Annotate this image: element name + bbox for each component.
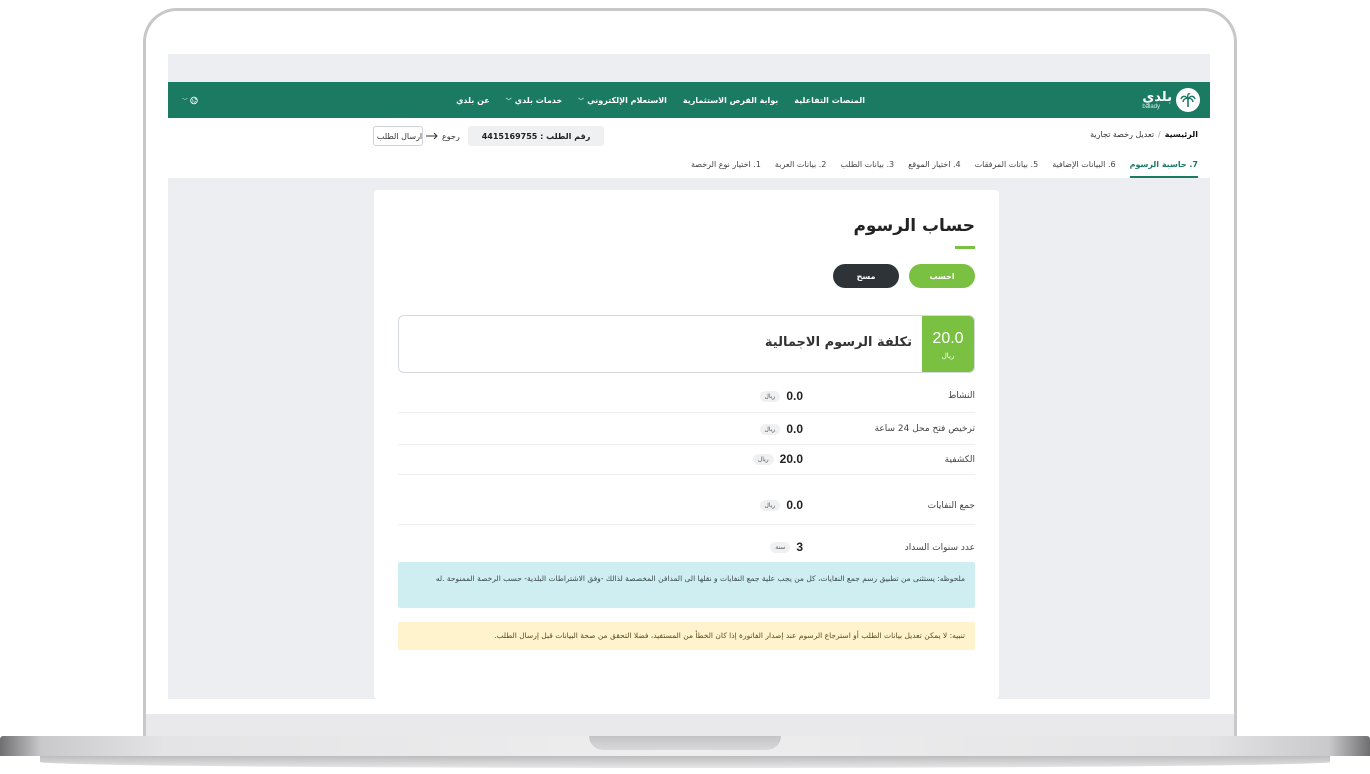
breadcrumb-home[interactable]: الرئيسية (1165, 130, 1198, 139)
fee-row-24h-license: ترخيص فتح محل 24 ساعة 0.0 ريال (398, 413, 975, 445)
arrow-right-icon (426, 132, 438, 140)
nav-investment-portal[interactable]: بوابة الفرص الاستثمارية (683, 96, 778, 105)
back-label: رجوع (442, 131, 460, 141)
laptop-notch (589, 736, 781, 750)
send-label: ارسال الطلب (376, 131, 423, 141)
step-attachments[interactable]: 5. بيانات المرفقات (975, 158, 1039, 178)
page-title: حساب الرسوم (853, 216, 975, 236)
send-request-button[interactable]: ارسال الطلب (373, 126, 423, 146)
fee-row-payment-years: عدد سنوات السداد 3 سنة (398, 525, 975, 561)
logo-english-text: balady (1142, 103, 1161, 110)
fees-card: حساب الرسوم احسب مسح 20.0 ريال تكلفة الر… (374, 190, 999, 699)
step-vehicle-data[interactable]: 2. بيانات العربة (775, 158, 826, 178)
laptop-mockup: بلدي balady عن بلدي خدمات بلدي ﹀ الاستعلا… (0, 0, 1370, 774)
breadcrumb-current: تعديل رخصة تجارية (1090, 130, 1155, 139)
chevron-down-icon: ﹀ (505, 97, 512, 105)
fee-label: جمع النفايات (927, 501, 975, 511)
fee-label: ترخيص فتح محل 24 ساعة (874, 424, 975, 434)
total-fees-box: 20.0 ريال تكلفة الرسوم الاجمالية (398, 315, 975, 373)
fee-row-inspection: الكشفية 20.0 ريال (398, 445, 975, 475)
fee-unit: سنة (770, 541, 791, 553)
wizard-steps: 1. اختيار نوع الرخصة 2. بيانات العربة 3.… (691, 158, 1198, 178)
back-button[interactable]: رجوع (426, 126, 460, 146)
fee-value: 0.0 (786, 422, 803, 436)
fee-label: النشاط (947, 391, 975, 401)
page-header-band: الرئيسية /تعديل رخصة تجارية رقم الطلب : 4… (168, 118, 1210, 178)
fee-value: 20.0 (779, 452, 803, 466)
fee-value: 3 (796, 540, 803, 554)
breadcrumb-separator: / (1158, 130, 1161, 139)
step-request-data[interactable]: 3. بيانات الطلب (840, 158, 894, 178)
step-location[interactable]: 4. اختيار الموقع (908, 158, 961, 178)
fee-label: الكشفية (944, 455, 975, 465)
fee-unit: ريال (759, 390, 781, 402)
fee-label: عدد سنوات السداد (904, 543, 975, 553)
total-fees-badge: 20.0 ريال (922, 316, 974, 372)
title-underline (955, 246, 975, 249)
fee-unit: ريال (752, 453, 774, 465)
balady-logo[interactable]: بلدي balady (1142, 86, 1200, 114)
nav-balady-services[interactable]: خدمات بلدي ﹀ (506, 96, 562, 105)
total-fees-unit: ريال (941, 352, 955, 360)
chevron-down-icon: ﹀ (182, 97, 189, 105)
nav-e-inquiry[interactable]: الاستعلام الإلكتروني ﹀ (578, 96, 667, 105)
step-license-type[interactable]: 1. اختيار نوع الرخصة (691, 158, 761, 178)
fee-row-activity: النشاط 0.0 ريال (398, 383, 975, 413)
language-switcher[interactable]: ﹀ (182, 92, 198, 108)
calculate-button[interactable]: احسب (909, 264, 975, 288)
warning-note: تنبيه: لا يمكن تعديل بيانات الطلب أو است… (398, 622, 975, 650)
logo-arabic-text: بلدي (1142, 89, 1172, 105)
step-fees-calculator[interactable]: 7. حاسبة الرسوم (1129, 158, 1198, 178)
fee-value: 0.0 (786, 498, 803, 512)
fee-row-waste-collection: جمع النفايات 0.0 ريال (398, 475, 975, 525)
main-nav: عن بلدي خدمات بلدي ﹀ الاستعلام الإلكتروني… (456, 82, 865, 118)
step-additional-data[interactable]: 6. البيانات الإضافية (1052, 158, 1115, 178)
top-navbar: بلدي balady عن بلدي خدمات بلدي ﹀ الاستعلا… (168, 82, 1210, 118)
request-number-badge: رقم الطلب : 4415169755 (468, 126, 604, 146)
globe-icon (190, 96, 198, 104)
palm-logo-icon (1176, 88, 1200, 112)
nav-interactive-platforms[interactable]: المنصات التفاعلية (794, 96, 865, 105)
total-fees-label: تكلفة الرسوم الاجمالية (764, 335, 912, 350)
screen: بلدي balady عن بلدي خدمات بلدي ﹀ الاستعلا… (168, 54, 1210, 699)
laptop-bezel-bottom (146, 714, 1234, 736)
fee-unit: ريال (759, 423, 781, 435)
clear-button[interactable]: مسح (833, 264, 899, 288)
nav-about-balady[interactable]: عن بلدي (456, 96, 490, 105)
breadcrumb: الرئيسية /تعديل رخصة تجارية (1090, 130, 1198, 139)
total-fees-value: 20.0 (932, 330, 964, 347)
info-note: ملحوظه: يستثنى من تطبيق رسم جمع النفايات… (398, 562, 975, 608)
chevron-down-icon: ﹀ (578, 97, 585, 105)
laptop-base-shadow (40, 756, 1330, 768)
fee-unit: ريال (759, 499, 781, 511)
fee-value: 0.0 (786, 389, 803, 403)
